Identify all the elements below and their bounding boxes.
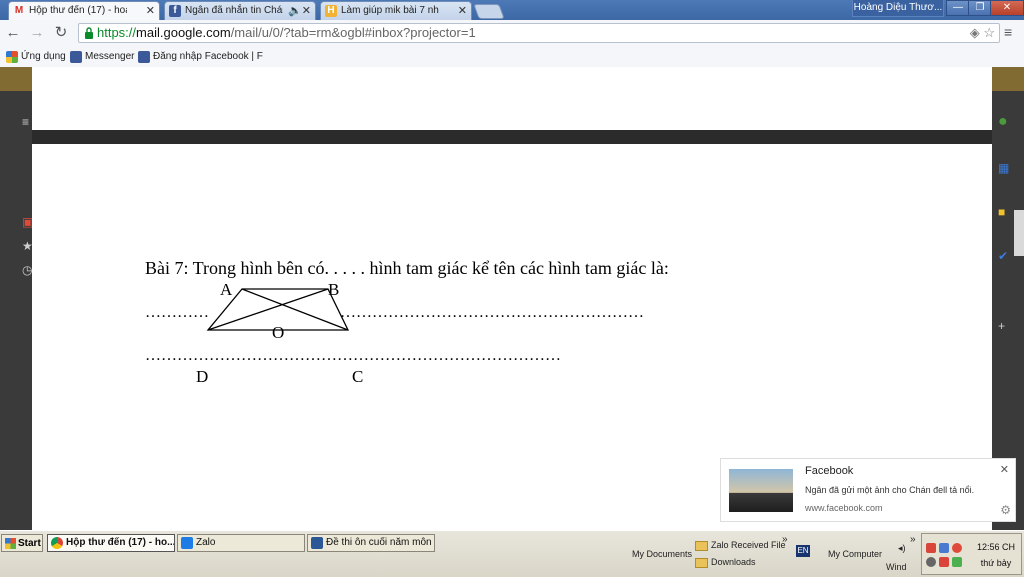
windows-flag-icon [5, 538, 16, 549]
answer-dots-right: ………………………………………………… [340, 304, 644, 321]
taskbar-item-chrome[interactable]: Hộp thư đến (17) - ho... [47, 534, 175, 552]
close-icon[interactable]: ✕ [458, 2, 467, 20]
facebook-notification[interactable]: Facebook Ngân đã gửi một ảnh cho Chán đe… [720, 458, 1016, 522]
zalo-icon [181, 537, 193, 549]
security-icon[interactable] [952, 557, 962, 567]
tab-label: Làm giúp mik bài 7 nhé ! Nhạ [341, 5, 439, 16]
volume-icon[interactable]: ◂) [898, 543, 906, 554]
gmail-icon: M [14, 5, 24, 16]
taskbar: Start Hộp thư đến (17) - ho... Zalo Đề t… [0, 530, 1024, 577]
antivirus-icon[interactable] [926, 543, 936, 553]
facebook-icon [138, 51, 150, 63]
wind-label: Wind [886, 562, 907, 572]
notification-source: www.facebook.com [805, 503, 883, 513]
facebook-icon: f [169, 5, 181, 17]
point-b-label: B [328, 280, 340, 299]
restore-button[interactable]: ❐ [968, 0, 992, 16]
apps-grid-icon [6, 51, 18, 63]
menu-icon[interactable]: ≡ [1004, 24, 1012, 40]
browser-titlebar: M Hộp thư đến (17) - hoangdie ✕ f Ngân đ… [0, 0, 1024, 20]
chevron-right-icon[interactable]: » [910, 534, 916, 545]
address-bar[interactable]: https://mail.google.com/mail/u/0/?tab=rm… [78, 23, 1000, 43]
folder-icon [695, 557, 708, 568]
exercise-title: Bài 7: Trong hình bên có. . . . . hình t… [145, 258, 669, 278]
chevron-right-icon[interactable]: » [782, 534, 788, 545]
tasks-icon[interactable]: ✔ [998, 249, 1008, 263]
tab-label: Hộp thư đến (17) - hoangdie [29, 5, 127, 16]
start-button[interactable]: Start [1, 534, 43, 552]
tab-gmail[interactable]: M Hộp thư đến (17) - hoangdie ✕ [8, 1, 160, 20]
hoc24-icon: H [325, 5, 337, 17]
network-icon[interactable] [939, 543, 949, 553]
bookmark-apps[interactable]: Ứng dụng [6, 49, 66, 65]
url-text: https://mail.google.com/mail/u/0/?tab=rm… [97, 25, 476, 40]
answer-dots-line2: …………………………………………………………………… [145, 347, 561, 364]
folder-icon [695, 540, 708, 551]
language-indicator[interactable]: EN [796, 545, 810, 557]
clock-icon[interactable]: ◷ [22, 263, 32, 277]
avatar[interactable]: ● [998, 113, 1008, 131]
notification-body: Ngân đã gửi một ảnh cho Chán đell tả nổi… [805, 485, 975, 495]
lock-icon [85, 27, 93, 39]
previous-page [32, 67, 992, 130]
taskbar-item-zalo[interactable]: Zalo [177, 534, 305, 552]
taskbar-item-word[interactable]: Đề thi ôn cuối năm môn t... [307, 534, 435, 552]
scrollbar[interactable] [1014, 210, 1024, 256]
profile-name[interactable]: Hoàng Diệu Thươ... [852, 0, 944, 17]
point-a-label: A [220, 280, 233, 299]
sync-icon[interactable] [926, 557, 936, 567]
gear-icon[interactable]: ⚙ [1000, 503, 1011, 517]
my-computer-link[interactable]: My Computer [828, 549, 882, 559]
my-documents-link[interactable]: My Documents [632, 549, 692, 559]
tab-label: Ngân đã nhắn tin Chán đời [185, 5, 283, 16]
calendar-icon[interactable]: ▦ [998, 161, 1009, 175]
downloads-folder[interactable]: Downloads [695, 557, 756, 568]
system-clock[interactable]: 12:56 CH thứ bảy [972, 542, 1020, 568]
word-icon [311, 537, 323, 549]
menu-icon[interactable]: ≡ [22, 115, 29, 129]
forward-icon[interactable]: → [28, 24, 46, 42]
close-window-button[interactable]: ✕ [990, 0, 1024, 16]
notification-title: Facebook [805, 465, 854, 477]
add-icon[interactable]: + [998, 319, 1005, 333]
bookmark-facebook-login[interactable]: Đăng nhập Facebook | F [138, 49, 263, 65]
browser-toolbar: ← → ↻ https://mail.google.com/mail/u/0/?… [0, 20, 1024, 48]
close-icon[interactable]: ✕ [1000, 463, 1009, 476]
keep-icon[interactable]: ■ [998, 205, 1005, 219]
gmail-left-rail: ≡ ▣ ★ ◷ [0, 91, 33, 530]
facebook-icon [70, 51, 82, 63]
clock-time: 12:56 CH [976, 542, 1016, 552]
tab-hoc24[interactable]: H Làm giúp mik bài 7 nhé ! Nhạ ✕ [320, 1, 472, 20]
bookmark-star-icon[interactable]: ◈ ☆ [970, 25, 995, 41]
reload-icon[interactable]: ↻ [52, 24, 70, 42]
clock-day: thứ bảy [980, 558, 1012, 568]
system-tray: 12:56 CH thứ bảy [921, 533, 1022, 575]
shield-icon[interactable] [939, 557, 949, 567]
close-icon[interactable]: 🔈✕ [288, 2, 311, 20]
tab-facebook[interactable]: f Ngân đã nhắn tin Chán đời 🔈✕ [164, 1, 316, 20]
zalo-received-folder[interactable]: Zalo Received File [695, 540, 786, 551]
point-c-label: C [352, 367, 364, 386]
back-icon[interactable]: ← [4, 24, 22, 42]
chrome-icon [51, 537, 63, 549]
notification-photo [729, 469, 793, 512]
new-tab-button[interactable] [473, 4, 505, 19]
point-o-label: O [272, 323, 285, 342]
bookmarks-bar: Ứng dụng Messenger Đăng nhập Facebook | … [0, 47, 1024, 68]
minimize-button[interactable]: — [946, 0, 970, 16]
close-icon[interactable]: ✕ [146, 2, 155, 20]
bookmark-messenger[interactable]: Messenger [70, 49, 134, 65]
point-d-label: D [196, 367, 209, 386]
alert-icon[interactable] [952, 543, 962, 553]
